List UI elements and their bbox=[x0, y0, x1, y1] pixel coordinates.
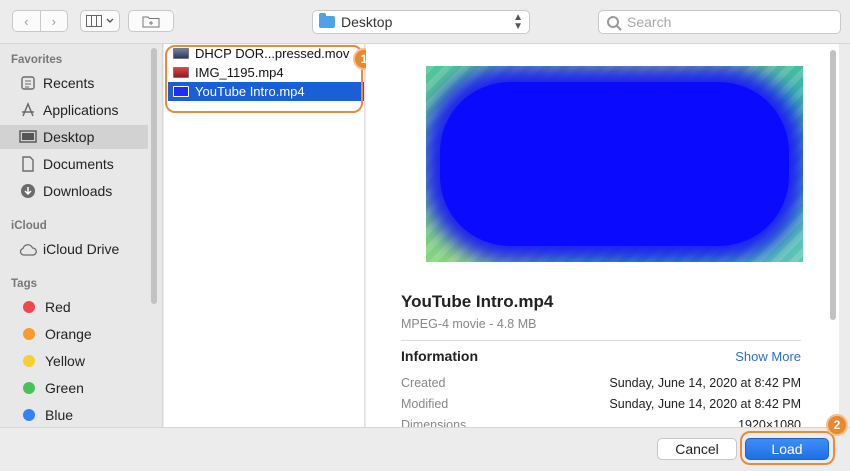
info-row-created: Created Sunday, June 14, 2020 at 8:42 PM bbox=[401, 376, 801, 390]
info-key: Created bbox=[401, 376, 446, 390]
info-value: Sunday, June 14, 2020 at 8:42 PM bbox=[609, 376, 801, 390]
sidebar-tag-blue[interactable]: Blue bbox=[0, 403, 148, 427]
document-icon bbox=[19, 155, 37, 173]
download-icon bbox=[19, 182, 37, 200]
preview-pane: YouTube Intro.mp4 MPEG-4 movie - 4.8 MB … bbox=[366, 44, 839, 427]
back-button[interactable]: ‹ bbox=[13, 11, 40, 31]
new-folder-button[interactable] bbox=[128, 10, 174, 32]
tag-dot-icon bbox=[23, 382, 35, 394]
sidebar-item-label: Green bbox=[45, 380, 84, 396]
tag-dot-icon bbox=[23, 355, 35, 367]
location-popup[interactable]: Desktop ▲ ▼ bbox=[312, 10, 530, 34]
folder-icon bbox=[319, 13, 335, 28]
sidebar-tag-red[interactable]: Red bbox=[0, 295, 148, 319]
applications-icon bbox=[19, 101, 37, 119]
preview-divider bbox=[401, 340, 801, 341]
info-key: Modified bbox=[401, 397, 449, 411]
file-selection-highlight bbox=[165, 45, 363, 113]
cloud-icon bbox=[19, 240, 37, 258]
chevron-down-icon bbox=[106, 18, 114, 23]
sidebar-item-label: Blue bbox=[45, 407, 74, 423]
bottom-bar: Cancel Load bbox=[0, 427, 850, 471]
sidebar-item-label: Orange bbox=[45, 326, 92, 342]
sidebar-tag-yellow[interactable]: Yellow bbox=[0, 349, 148, 373]
sidebar-tag-orange[interactable]: Orange bbox=[0, 322, 148, 346]
sidebar-item-label: Desktop bbox=[43, 129, 95, 145]
info-row-modified: Modified Sunday, June 14, 2020 at 8:42 P… bbox=[401, 397, 801, 411]
thumbnail-blue-shape bbox=[440, 82, 789, 246]
sidebar-item-label: Yellow bbox=[45, 353, 85, 369]
sidebar: Favorites Recents Applications Desktop D… bbox=[0, 44, 163, 427]
clock-icon bbox=[19, 74, 37, 92]
sidebar-item-label: iCloud Drive bbox=[43, 241, 120, 257]
chevron-right-icon: › bbox=[51, 13, 56, 29]
cancel-button[interactable]: Cancel bbox=[657, 438, 737, 460]
sidebar-item-desktop[interactable]: Desktop bbox=[0, 125, 148, 149]
info-row-dimensions: Dimensions 1920×1080 bbox=[401, 418, 801, 427]
tag-dot-icon bbox=[23, 409, 35, 421]
tag-dot-icon bbox=[23, 301, 35, 313]
sidebar-item-label: Documents bbox=[43, 156, 114, 172]
video-thumbnail bbox=[426, 66, 803, 262]
columns-view-icon bbox=[86, 15, 102, 27]
sidebar-scrollbar[interactable] bbox=[151, 48, 157, 304]
updown-chevron-icon: ▲ ▼ bbox=[513, 12, 523, 32]
chevron-left-icon: ‹ bbox=[24, 13, 29, 29]
view-mode-button[interactable] bbox=[80, 10, 120, 32]
sidebar-tag-green[interactable]: Green bbox=[0, 376, 148, 400]
sidebar-item-label: Downloads bbox=[43, 183, 113, 199]
sidebar-item-label: Applications bbox=[43, 102, 119, 118]
new-folder-icon bbox=[142, 16, 160, 27]
sidebar-item-label: Red bbox=[45, 299, 71, 315]
tag-dot-icon bbox=[23, 328, 35, 340]
section-tags: Tags bbox=[11, 278, 37, 290]
sidebar-item-recents[interactable]: Recents bbox=[0, 71, 148, 95]
preview-scrollbar[interactable] bbox=[830, 50, 836, 320]
toolbar: ‹ › Desktop ▲ ▼ bbox=[0, 0, 850, 44]
info-key: Dimensions bbox=[401, 418, 467, 427]
show-more-link[interactable]: Show More bbox=[735, 349, 801, 364]
step-badge-2: 2 bbox=[826, 414, 848, 436]
location-label: Desktop bbox=[341, 14, 393, 30]
load-button-highlight bbox=[740, 431, 835, 465]
sidebar-item-icloud-drive[interactable]: iCloud Drive bbox=[0, 237, 148, 261]
sidebar-item-documents[interactable]: Documents bbox=[0, 152, 148, 176]
forward-button[interactable]: › bbox=[39, 11, 68, 31]
info-value: 1920×1080 bbox=[738, 418, 801, 427]
section-icloud: iCloud bbox=[11, 220, 47, 232]
info-value: Sunday, June 14, 2020 at 8:42 PM bbox=[609, 397, 801, 411]
desktop-icon bbox=[19, 128, 37, 146]
back-forward-control: ‹ › bbox=[12, 10, 68, 32]
search-field[interactable] bbox=[598, 10, 841, 34]
section-favorites: Favorites bbox=[11, 54, 63, 66]
sidebar-item-label: Recents bbox=[43, 75, 95, 91]
information-heading: Information bbox=[401, 348, 478, 364]
preview-subtitle: MPEG-4 movie - 4.8 MB bbox=[401, 317, 537, 331]
preview-title: YouTube Intro.mp4 bbox=[401, 292, 554, 311]
search-icon bbox=[607, 16, 619, 28]
sidebar-item-applications[interactable]: Applications bbox=[0, 98, 148, 122]
sidebar-item-downloads[interactable]: Downloads bbox=[0, 179, 148, 203]
search-input[interactable] bbox=[627, 14, 817, 30]
